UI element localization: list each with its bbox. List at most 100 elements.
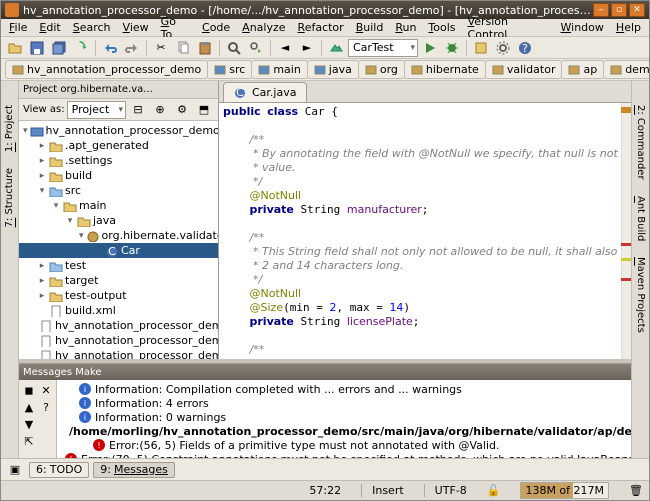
message-row[interactable]: J/home/morling/hv_annotation_processor_d… [59,424,629,438]
tree-build[interactable]: ▸build [19,168,218,183]
tree-hv_annotation_processor_demo-ipr[interactable]: hv_annotation_processor_demo.ipr [19,333,218,348]
menu-analyze[interactable]: Analyze [236,19,291,36]
locate-icon[interactable]: ⊕ [150,101,170,119]
replace-icon[interactable] [246,39,266,57]
crumb-validator[interactable]: validator [485,60,563,79]
trash-icon[interactable]: 🗑 [629,484,643,497]
svg-text:?: ? [522,42,528,55]
tree--settings[interactable]: ▸.settings [19,153,218,168]
tree-src[interactable]: ▾src [19,183,218,198]
menu-help[interactable]: Help [610,19,647,36]
crumb-hibernate[interactable]: hibernate [404,60,486,79]
warn-marker[interactable] [621,258,631,261]
make-icon[interactable] [326,39,346,57]
tree-hv_annotation_processor_demo-iws[interactable]: hv_annotation_processor_demo.iws [19,348,218,359]
help-icon[interactable]: ? [38,399,54,415]
tool-maven-projects[interactable]: Maven Projects [633,253,648,337]
crumb-ap[interactable]: ap [561,60,604,79]
crumb-src[interactable]: src [207,60,252,79]
tree-test-output[interactable]: ▸test-output [19,288,218,303]
message-row[interactable]: !Error:(56, 5) Fields of a primitive typ… [59,438,629,452]
back-icon[interactable]: ◄ [275,39,295,57]
messages-button[interactable]: 9:Messages [93,462,175,478]
cursor-position: 57:22 [309,484,341,497]
lock-icon[interactable]: 🔓 [487,484,501,497]
tree-org-hibernate-validator-ap-demo[interactable]: ▾org.hibernate.validator.ap.demo [19,228,218,243]
hide-icon[interactable]: ⬒ [194,101,214,119]
save-all-icon[interactable] [49,39,69,57]
menu-build[interactable]: Build [350,19,390,36]
down-icon[interactable]: ▼ [21,416,37,432]
find-icon[interactable] [224,39,244,57]
collapse-bottom-icon[interactable]: ▣ [5,461,25,479]
vcs-icon[interactable] [471,39,491,57]
paste-icon[interactable] [195,39,215,57]
debug-icon[interactable] [442,39,462,57]
tree-main[interactable]: ▾main [19,198,218,213]
menu-run[interactable]: Run [389,19,422,36]
up-icon[interactable]: ▲ [21,399,37,415]
export-icon[interactable]: ⇱ [21,433,37,449]
collapse-icon[interactable]: ⊟ [128,101,148,119]
memory-indicator[interactable]: 138M of 217M [520,482,609,499]
menu-tools[interactable]: Tools [422,19,461,36]
crumb-hv_annotation_processor_demo[interactable]: hv_annotation_processor_demo [5,60,208,79]
editor-panel: C Car.java public class Car { /** * By a… [219,81,631,359]
menu-edit[interactable]: Edit [33,19,66,36]
error-marker[interactable] [621,243,631,246]
crumb-demo[interactable]: demo [603,60,649,79]
app-icon [5,3,19,17]
code-editor[interactable]: public class Car { /** * By annotating t… [219,103,631,359]
message-row[interactable]: iInformation: Compilation completed with… [59,382,629,396]
gear-icon[interactable]: ⚙ [172,101,192,119]
minimize-button[interactable]: ‒ [593,3,609,17]
todo-button[interactable]: 6:TODO [29,462,89,478]
settings-icon[interactable] [493,39,513,57]
project-view-combo[interactable]: Project [67,101,126,119]
editor-tab-car[interactable]: C Car.java [223,82,307,102]
messages-list[interactable]: iInformation: Compilation completed with… [57,380,631,458]
tree-hv_annotation_processor_demo-iml[interactable]: hv_annotation_processor_demo.iml [19,318,218,333]
message-row[interactable]: iInformation: 0 warnings [59,410,629,424]
tool-commander[interactable]: 2: Commander [633,101,648,184]
close-button[interactable]: ✕ [629,3,645,17]
tool-ant-build[interactable]: Ant Build [633,192,648,245]
tree-java[interactable]: ▾java [19,213,218,228]
copy-icon[interactable] [173,39,193,57]
save-icon[interactable] [27,39,47,57]
message-row[interactable]: !Error:(70, 5) Constraint annotations mu… [59,452,629,458]
menu-window[interactable]: Window [555,19,610,36]
crumb-org[interactable]: org [358,60,405,79]
tree--apt_generated[interactable]: ▸.apt_generated [19,138,218,153]
menu-file[interactable]: File [3,19,33,36]
redo-icon[interactable] [122,39,142,57]
sync-icon[interactable] [71,39,91,57]
error-marker[interactable] [621,278,631,281]
crumb-java[interactable]: java [307,60,359,79]
open-icon[interactable] [5,39,25,57]
nav-breadcrumbs: hv_annotation_processor_demosrcmainjavao… [1,59,649,81]
tool-project[interactable]: 1: Project [2,101,17,156]
tree-build-xml[interactable]: build.xml [19,303,218,318]
forward-icon[interactable]: ► [297,39,317,57]
cut-icon[interactable]: ✂ [151,39,171,57]
menu-search[interactable]: Search [67,19,117,36]
close-icon[interactable]: ✕ [38,382,54,398]
undo-icon[interactable] [100,39,120,57]
run-icon[interactable] [420,39,440,57]
tool-structure[interactable]: 7: Structure [2,164,17,231]
stop-icon[interactable]: ◼ [21,382,37,398]
message-row[interactable]: iInformation: 4 errors [59,396,629,410]
menu-view[interactable]: View [117,19,155,36]
tree-hv_annotation_processor_demo[interactable]: ▾hv_annotation_processor_demo (/home [19,123,218,138]
maximize-button[interactable]: ▫ [611,3,627,17]
tree-test[interactable]: ▸test [19,258,218,273]
project-tree[interactable]: ▾hv_annotation_processor_demo (/home▸.ap… [19,121,218,359]
menu-refactor[interactable]: Refactor [292,19,350,36]
tree-target[interactable]: ▸target [19,273,218,288]
run-config-combo[interactable]: CarTest [348,39,418,57]
menu-code[interactable]: Code [196,19,236,36]
tree-Car[interactable]: CCar [19,243,218,258]
crumb-main[interactable]: main [251,60,307,79]
help-icon[interactable]: ? [515,39,535,57]
